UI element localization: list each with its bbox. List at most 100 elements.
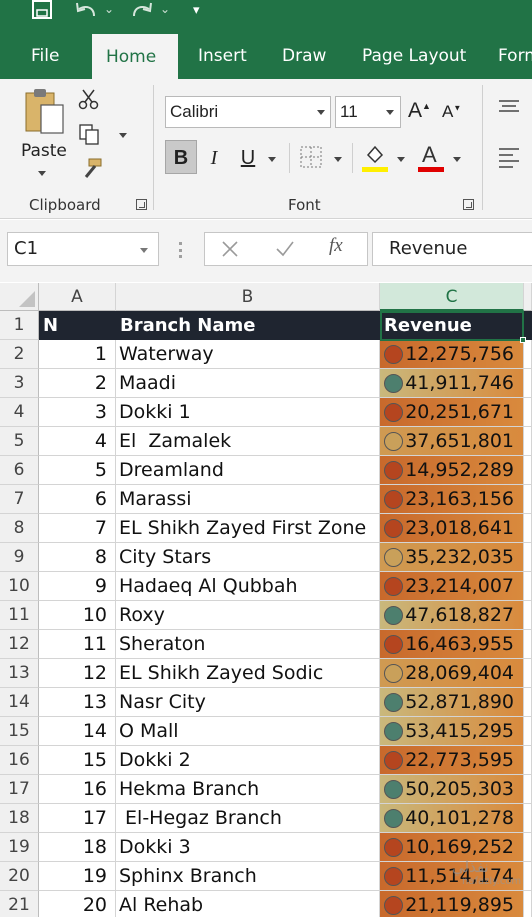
header-cell-revenue[interactable]: Revenue xyxy=(380,311,524,340)
fill-color-icon[interactable] xyxy=(362,143,388,173)
tab-home[interactable]: Home xyxy=(92,34,178,79)
cell-column-d[interactable] xyxy=(524,630,532,659)
customize-qat-icon[interactable]: ▾ xyxy=(193,1,200,21)
row-header[interactable]: 1 xyxy=(0,311,39,340)
cell-branch-name[interactable]: Nasr City xyxy=(116,688,380,717)
row-header[interactable]: 11 xyxy=(0,601,39,630)
cell-revenue[interactable]: 52,871,890 xyxy=(380,688,524,717)
cell-column-d[interactable] xyxy=(524,572,532,601)
cell-column-d[interactable] xyxy=(524,369,532,398)
cell-branch-name[interactable]: El-Hegaz Branch xyxy=(116,804,380,833)
row-header[interactable]: 5 xyxy=(0,427,39,456)
row-header[interactable]: 9 xyxy=(0,543,39,572)
cell-column-d[interactable] xyxy=(524,485,532,514)
cell-revenue[interactable]: 50,205,303 xyxy=(380,775,524,804)
cell-revenue[interactable]: 20,251,671 xyxy=(380,398,524,427)
cell-n[interactable]: 8 xyxy=(39,543,116,572)
paste-dropdown-icon[interactable] xyxy=(38,171,46,176)
fill-handle[interactable] xyxy=(520,337,526,343)
align-top-icon[interactable] xyxy=(498,99,520,113)
row-header[interactable]: 21 xyxy=(0,891,39,917)
row-header[interactable]: 16 xyxy=(0,746,39,775)
cell-branch-name[interactable]: Dokki 2 xyxy=(116,746,380,775)
font-name-dropdown-icon[interactable] xyxy=(317,110,325,115)
cell-branch-name[interactable]: Dreamland xyxy=(116,456,380,485)
cell-revenue[interactable]: 40,101,278 xyxy=(380,804,524,833)
font-dialog-launcher-icon[interactable] xyxy=(463,199,474,210)
row-header[interactable]: 10 xyxy=(0,572,39,601)
name-box[interactable]: C1 xyxy=(7,232,159,266)
cell-column-d[interactable] xyxy=(524,804,532,833)
cell-branch-name[interactable]: Maadi xyxy=(116,369,380,398)
cell-revenue[interactable]: 23,018,641 xyxy=(380,514,524,543)
align-left-icon[interactable] xyxy=(498,147,520,171)
borders-icon[interactable] xyxy=(300,146,322,168)
column-header-c[interactable]: C xyxy=(380,283,524,311)
redo-icon[interactable] xyxy=(130,0,154,20)
cell-n[interactable]: 1 xyxy=(39,340,116,369)
cell-column-d[interactable] xyxy=(524,543,532,572)
select-all-button[interactable] xyxy=(0,283,39,311)
italic-button[interactable]: I xyxy=(205,141,223,175)
font-size-dropdown-icon[interactable] xyxy=(386,110,394,115)
row-header[interactable]: 3 xyxy=(0,369,39,398)
tab-insert[interactable]: Insert xyxy=(198,33,247,79)
cell-revenue[interactable]: 53,415,295 xyxy=(380,717,524,746)
cell-column-d[interactable] xyxy=(524,340,532,369)
cell-n[interactable]: 12 xyxy=(39,659,116,688)
cell-column-d[interactable] xyxy=(524,427,532,456)
cell-branch-name[interactable]: Sphinx Branch xyxy=(116,862,380,891)
underline-button[interactable]: U xyxy=(238,141,258,175)
row-header[interactable]: 13 xyxy=(0,659,39,688)
borders-dropdown-icon[interactable] xyxy=(334,157,342,162)
cell-revenue[interactable]: 37,651,801 xyxy=(380,427,524,456)
cell-n[interactable]: 20 xyxy=(39,891,116,917)
row-header[interactable]: 17 xyxy=(0,775,39,804)
cell-n[interactable]: 3 xyxy=(39,398,116,427)
name-box-dropdown-icon[interactable] xyxy=(140,248,148,253)
cell-column-d[interactable] xyxy=(524,833,532,862)
bold-button[interactable]: B xyxy=(165,140,197,174)
cell-branch-name[interactable]: Sheraton xyxy=(116,630,380,659)
header-cell-n[interactable]: N xyxy=(39,311,116,340)
cell-column-d[interactable] xyxy=(524,514,532,543)
row-header[interactable]: 19 xyxy=(0,833,39,862)
cell-n[interactable]: 5 xyxy=(39,456,116,485)
cancel-icon[interactable] xyxy=(221,240,239,258)
cell-n[interactable]: 17 xyxy=(39,804,116,833)
cell-column-d[interactable] xyxy=(524,746,532,775)
cut-icon[interactable] xyxy=(78,88,100,110)
formula-input[interactable]: Revenue xyxy=(372,232,532,266)
cell-n[interactable]: 14 xyxy=(39,717,116,746)
cell-branch-name[interactable]: City Stars xyxy=(116,543,380,572)
header-cell-branch[interactable]: Branch Name xyxy=(116,311,380,340)
row-header[interactable]: 12 xyxy=(0,630,39,659)
cell-column-d[interactable] xyxy=(524,688,532,717)
tab-draw[interactable]: Draw xyxy=(282,33,326,79)
cell-n[interactable]: 13 xyxy=(39,688,116,717)
cell-branch-name[interactable]: Marassi xyxy=(116,485,380,514)
cell-n[interactable]: 16 xyxy=(39,775,116,804)
row-header[interactable]: 8 xyxy=(0,514,39,543)
cell-branch-name[interactable]: Dokki 3 xyxy=(116,833,380,862)
undo-icon[interactable] xyxy=(74,0,98,20)
cell-revenue[interactable]: 23,163,156 xyxy=(380,485,524,514)
cell-branch-name[interactable]: O Mall xyxy=(116,717,380,746)
cell-branch-name[interactable]: Al Rehab xyxy=(116,891,380,917)
row-header[interactable]: 18 xyxy=(0,804,39,833)
cell-column-d[interactable] xyxy=(524,659,532,688)
cell-column-d[interactable] xyxy=(524,891,532,917)
font-color-dropdown-icon[interactable] xyxy=(453,157,461,162)
cell-revenue[interactable]: 47,618,827 xyxy=(380,601,524,630)
row-header[interactable]: 15 xyxy=(0,717,39,746)
row-header[interactable]: 2 xyxy=(0,340,39,369)
tab-formulas[interactable]: Form xyxy=(498,33,532,79)
format-painter-icon[interactable] xyxy=(78,157,104,181)
paste-button-label[interactable]: Paste xyxy=(21,141,67,161)
enter-icon[interactable] xyxy=(275,240,295,258)
cell-column-d[interactable] xyxy=(524,862,532,891)
cell-n[interactable]: 2 xyxy=(39,369,116,398)
cell-revenue[interactable]: 28,069,404 xyxy=(380,659,524,688)
font-name-combobox[interactable]: Calibri xyxy=(165,96,331,128)
fill-color-dropdown-icon[interactable] xyxy=(397,157,405,162)
